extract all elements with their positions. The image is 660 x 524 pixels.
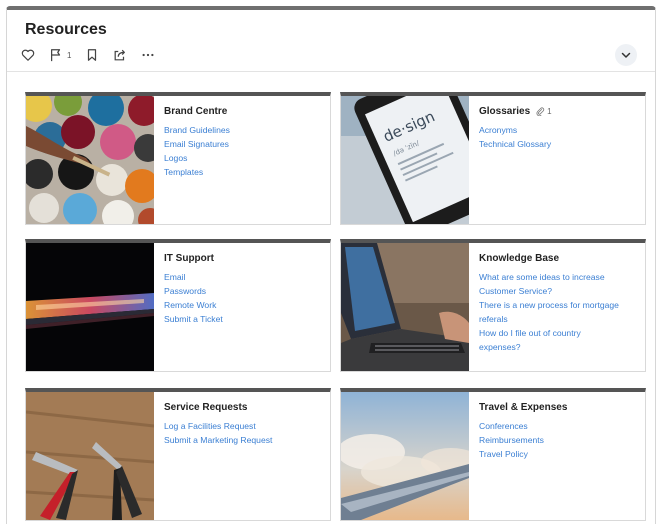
- share-icon: [115, 49, 126, 61]
- link-marketing-request[interactable]: Submit a Marketing Request: [164, 433, 322, 447]
- more-icon: [142, 53, 154, 57]
- more-button[interactable]: [141, 46, 155, 64]
- card-title: Travel & Expenses: [479, 402, 568, 413]
- bookmark-icon: [88, 49, 97, 61]
- link-customer-service-ideas-cont[interactable]: Customer Service?: [479, 284, 637, 298]
- card-title: Brand Centre: [164, 106, 228, 117]
- link-submit-ticket[interactable]: Submit a Ticket: [164, 312, 322, 326]
- card-image-laptop-dark: [26, 243, 154, 371]
- flag-count: 1: [67, 50, 72, 60]
- chevron-down-icon: [621, 52, 631, 58]
- link-customer-service-ideas[interactable]: What are some ideas to increase: [479, 270, 637, 284]
- link-templates[interactable]: Templates: [164, 165, 322, 179]
- card-image-laptop-typing: [341, 243, 469, 371]
- card-knowledge-base: Knowledge Base What are some ideas to in…: [340, 239, 646, 372]
- card-title: Knowledge Base: [479, 253, 560, 264]
- link-facilities-request[interactable]: Log a Facilities Request: [164, 419, 322, 433]
- card-it-support: IT Support Email Passwords Remote Work S…: [25, 239, 331, 372]
- collapse-button[interactable]: [615, 44, 637, 66]
- paperclip-icon: [536, 107, 545, 116]
- link-travel-policy[interactable]: Travel Policy: [479, 447, 637, 461]
- heart-icon: [21, 49, 35, 61]
- card-glossaries: de·sign /də ˈzīn/ Glossaries 1 Acronyms …: [340, 92, 646, 225]
- link-technical-glossary[interactable]: Technical Glossary: [479, 137, 637, 151]
- link-logos[interactable]: Logos: [164, 151, 322, 165]
- card-brand-centre: Brand Centre Brand Guidelines Email Sign…: [25, 92, 331, 225]
- attachment-count: 1: [547, 107, 552, 116]
- share-button[interactable]: [113, 46, 127, 64]
- link-passwords[interactable]: Passwords: [164, 284, 322, 298]
- link-out-of-country-expenses[interactable]: How do I file out of country: [479, 326, 637, 340]
- resources-widget: Resources 1 Brand Centre Brand Guideline…: [6, 6, 656, 524]
- action-bar: 1: [21, 46, 169, 64]
- card-title: Service Requests: [164, 402, 248, 413]
- card-image-airplane-wing: [341, 392, 469, 520]
- card-title: Glossaries 1: [479, 106, 637, 117]
- attachment-indicator[interactable]: 1: [536, 107, 552, 116]
- link-email-signatures[interactable]: Email Signatures: [164, 137, 322, 151]
- link-out-of-country-expenses-cont[interactable]: expenses?: [479, 340, 637, 354]
- card-image-phone-design: de·sign /də ˈzīn/: [341, 96, 469, 224]
- bookmark-button[interactable]: [85, 46, 99, 64]
- link-reimbursements[interactable]: Reimbursements: [479, 433, 637, 447]
- card-image-pliers: [26, 392, 154, 520]
- widget-header: Resources 1: [7, 10, 655, 72]
- link-conferences[interactable]: Conferences: [479, 419, 637, 433]
- flag-icon: [51, 49, 61, 62]
- card-service-requests: Service Requests Log a Facilities Reques…: [25, 388, 331, 521]
- flag-button[interactable]: 1: [49, 46, 71, 64]
- like-button[interactable]: [21, 46, 35, 64]
- card-title-text: Glossaries: [479, 106, 531, 117]
- page-title: Resources: [25, 21, 107, 38]
- link-remote-work[interactable]: Remote Work: [164, 298, 322, 312]
- card-travel-expenses: Travel & Expenses Conferences Reimbursem…: [340, 388, 646, 521]
- link-mortgage-referrals[interactable]: There is a new process for mortgage: [479, 298, 637, 312]
- link-brand-guidelines[interactable]: Brand Guidelines: [164, 123, 322, 137]
- link-acronyms[interactable]: Acronyms: [479, 123, 637, 137]
- card-title: IT Support: [164, 253, 214, 264]
- card-image-paint-pots: [26, 96, 154, 224]
- link-email[interactable]: Email: [164, 270, 322, 284]
- link-mortgage-referrals-cont[interactable]: referals: [479, 312, 637, 326]
